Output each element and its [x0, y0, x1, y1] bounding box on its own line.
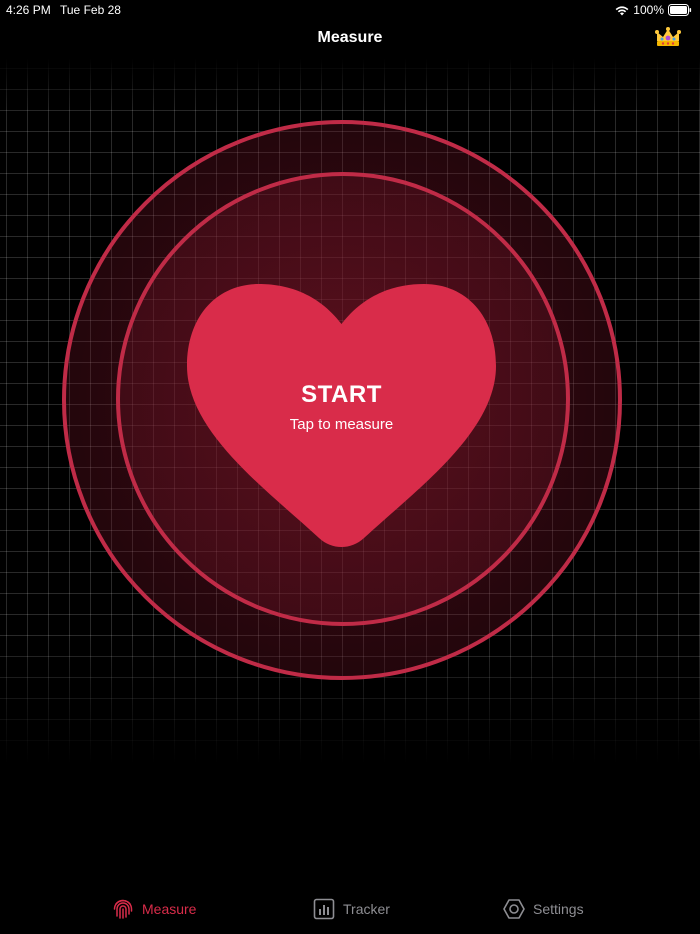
tab-measure-label: Measure [142, 901, 197, 917]
status-time: 4:26 PM [6, 3, 51, 17]
tab-settings-label: Settings [533, 901, 584, 917]
start-label: START [301, 381, 382, 408]
tab-tracker-label: Tracker [343, 901, 390, 917]
fingerprint-icon [113, 899, 133, 919]
crown-icon [655, 27, 681, 46]
status-bar: 4:26 PM Tue Feb 28 100% [0, 0, 700, 20]
tap-to-measure-hint: Tap to measure [289, 416, 394, 433]
page-title: Measure [317, 29, 383, 46]
wifi-icon [615, 5, 629, 16]
battery-percent: 100% [633, 3, 664, 17]
tab-measure[interactable]: Measure [112, 884, 196, 934]
tab-tracker[interactable]: Tracker [313, 884, 390, 934]
hexagon-gear-icon [503, 899, 525, 919]
status-date: Tue Feb 28 [60, 3, 121, 17]
chart-icon [313, 898, 335, 920]
premium-crown-button[interactable] [654, 26, 682, 50]
status-indicators: 100% [615, 3, 692, 17]
tab-settings[interactable]: Settings [503, 884, 584, 934]
start-measure-button[interactable]: START Tap to measure [187, 284, 496, 552]
tab-bar: Measure Tracker Settings [0, 884, 700, 934]
battery-icon [668, 4, 692, 16]
